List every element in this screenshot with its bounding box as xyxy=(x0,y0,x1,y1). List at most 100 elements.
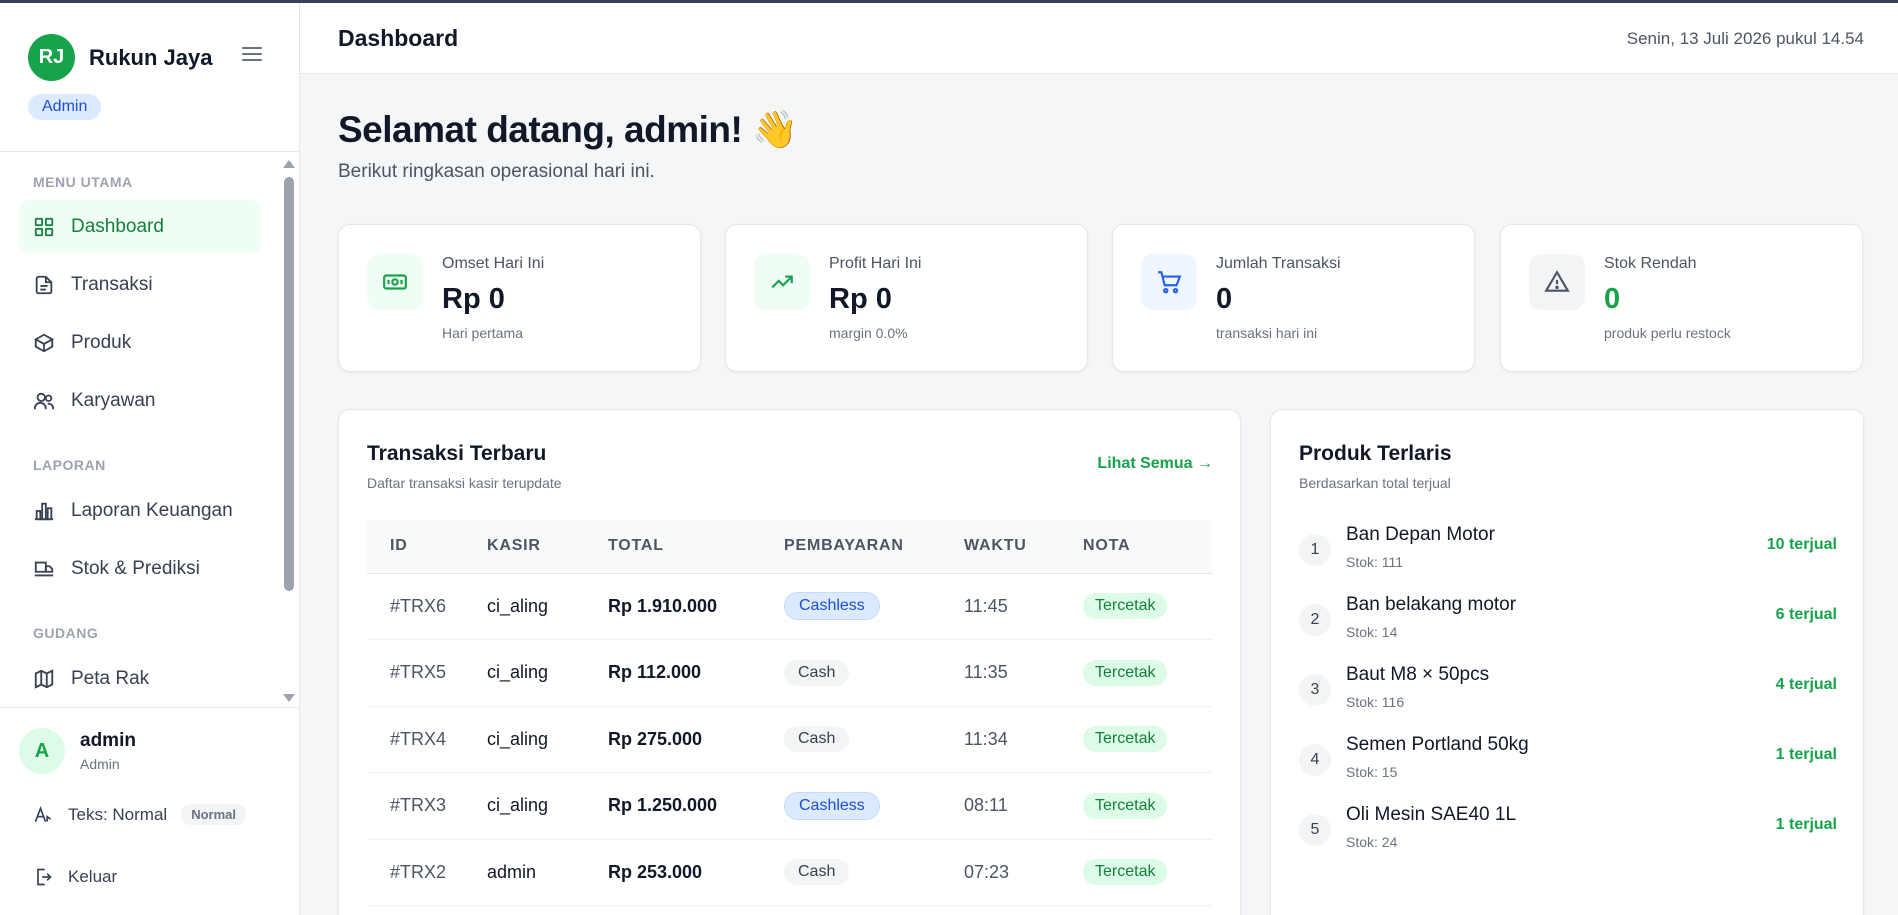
top-bar: Dashboard Senin, 13 Juli 2026 pukul 14.5… xyxy=(300,3,1898,74)
scroll-down-icon[interactable] xyxy=(283,694,295,702)
logout-label: Keluar xyxy=(68,867,118,886)
transactions-table: ID KASIR TOTAL PEMBAYARAN WAKTU NOTA #TR… xyxy=(367,520,1212,906)
sidebar-nav: MENU UTAMA Dashboard Transaksi Produk Ka… xyxy=(0,155,300,707)
table-row[interactable]: #TRX4 ci_aling Rp 275.000 Cash 11:34 Ter… xyxy=(367,706,1212,773)
welcome-subtitle: Berikut ringkasan operasional hari ini. xyxy=(338,161,655,182)
sidebar-item-peta-rak[interactable]: Peta Rak xyxy=(19,652,261,705)
warning-icon xyxy=(1529,254,1585,310)
bar-chart-icon xyxy=(34,502,54,520)
stat-note: margin 0.0% xyxy=(829,325,908,341)
total: Rp 253.000 xyxy=(585,839,761,906)
sidebar-item-produk[interactable]: Produk xyxy=(19,316,261,369)
hamburger-menu-icon[interactable] xyxy=(242,47,262,63)
status-badge: Tercetak xyxy=(1083,593,1168,620)
column-header: PEMBAYARAN xyxy=(761,520,941,574)
cart-icon xyxy=(1141,254,1197,310)
sidebar-item-transaksi[interactable]: Transaksi xyxy=(19,258,261,311)
logout-button[interactable]: Keluar xyxy=(33,867,117,887)
sidebar-item-karyawan[interactable]: Karyawan xyxy=(19,374,261,427)
sidebar-item-stok-prediksi[interactable]: Stok & Prediksi xyxy=(19,542,261,595)
product-sold: 1 terjual xyxy=(1775,746,1837,763)
welcome-heading: Selamat datang, admin! 👋 xyxy=(338,109,798,150)
stat-value: Rp 0 xyxy=(442,283,505,315)
stat-note: produk perlu restock xyxy=(1604,325,1731,341)
scroll-up-icon[interactable] xyxy=(283,160,295,168)
text-size-toggle[interactable]: Teks: Normal Normal xyxy=(33,804,246,825)
payment-badge: Cash xyxy=(784,859,850,886)
sidebar-item-dashboard[interactable]: Dashboard xyxy=(19,200,261,253)
sidebar: RJ Rukun Jaya Admin MENU UTAMA Dashboard… xyxy=(0,3,300,915)
user-profile[interactable]: A admin Admin xyxy=(19,728,136,774)
sidebar-item-label: Stok & Prediksi xyxy=(71,557,200,579)
users-icon xyxy=(33,392,55,409)
brand[interactable]: RJ Rukun Jaya xyxy=(28,34,213,81)
sidebar-item-label: Laporan Keuangan xyxy=(71,499,233,521)
stat-value: 0 xyxy=(1216,283,1233,315)
transaction-id: #TRX3 xyxy=(367,772,464,840)
cashier: ci_aling xyxy=(464,639,585,707)
stat-value: 0 xyxy=(1604,283,1621,315)
grid-icon xyxy=(34,217,54,236)
sidebar-divider-top xyxy=(0,151,299,152)
product-stock: Stok: 111 xyxy=(1346,554,1404,570)
list-item[interactable]: 1 Ban Depan Motor Stok: 111 10 terjual xyxy=(1299,524,1837,582)
table-row[interactable]: #TRX6 ci_aling Rp 1.910.000 Cashless 11:… xyxy=(367,573,1212,640)
cashier: admin xyxy=(464,839,585,906)
sidebar-item-label: Dashboard xyxy=(71,215,164,237)
product-name: Baut M8 × 50pcs xyxy=(1346,664,1490,685)
logout-icon xyxy=(37,868,52,886)
text-size-icon xyxy=(34,805,51,822)
avatar: A xyxy=(19,728,65,774)
product-sold: 1 terjual xyxy=(1775,816,1837,833)
payment-badge: Cashless xyxy=(784,592,880,621)
time: 11:45 xyxy=(941,573,1060,640)
scrollbar-thumb[interactable] xyxy=(284,177,294,591)
total: Rp 1.910.000 xyxy=(585,573,761,640)
total: Rp 275.000 xyxy=(585,706,761,773)
column-header: ID xyxy=(367,520,464,574)
sidebar-scrollbar[interactable] xyxy=(281,155,296,707)
table-row[interactable]: #TRX2 admin Rp 253.000 Cash 07:23 Tercet… xyxy=(367,839,1212,906)
text-size-label: Teks: Normal xyxy=(68,804,168,824)
box-icon xyxy=(33,333,55,352)
document-icon xyxy=(35,275,53,294)
product-sold: 4 terjual xyxy=(1775,676,1837,693)
table-row[interactable]: #TRX3 ci_aling Rp 1.250.000 Cashless 08:… xyxy=(367,772,1212,840)
list-item[interactable]: 4 Semen Portland 50kg Stok: 15 1 terjual xyxy=(1299,734,1837,792)
brand-logo: RJ xyxy=(28,34,75,81)
stat-card-omset: Omset Hari Ini Rp 0 Hari pertama xyxy=(338,224,701,372)
transaction-id: #TRX4 xyxy=(367,706,464,773)
view-all-link[interactable]: Lihat Semua → xyxy=(1097,455,1213,473)
section-label-laporan: LAPORAN xyxy=(33,457,106,473)
section-label-menu-utama: MENU UTAMA xyxy=(33,174,133,190)
column-header: TOTAL xyxy=(585,520,761,574)
stat-label: Stok Rendah xyxy=(1604,255,1697,272)
list-item[interactable]: 2 Ban belakang motor Stok: 14 6 terjual xyxy=(1299,594,1837,652)
cashier: ci_aling xyxy=(464,573,585,640)
payment-badge: Cashless xyxy=(784,791,880,820)
time: 11:34 xyxy=(941,706,1060,773)
transaction-id: #TRX5 xyxy=(367,639,464,707)
money-icon xyxy=(367,254,423,310)
list-item[interactable]: 5 Oli Mesin SAE40 1L Stok: 24 1 terjual xyxy=(1299,804,1837,862)
product-name: Oli Mesin SAE40 1L xyxy=(1346,804,1517,825)
rank-number: 5 xyxy=(1299,814,1331,846)
table-row[interactable]: #TRX5 ci_aling Rp 112.000 Cash 11:35 Ter… xyxy=(367,639,1212,707)
list-item[interactable]: 3 Baut M8 × 50pcs Stok: 116 4 terjual xyxy=(1299,664,1837,722)
recent-transactions-panel: Transaksi Terbaru Daftar transaksi kasir… xyxy=(338,409,1241,915)
sidebar-item-label: Transaksi xyxy=(71,273,153,295)
stat-value: Rp 0 xyxy=(829,283,892,315)
user-role: Admin xyxy=(80,756,120,772)
product-stock: Stok: 24 xyxy=(1346,834,1398,850)
rank-number: 1 xyxy=(1299,534,1331,566)
sidebar-item-laporan-keuangan[interactable]: Laporan Keuangan xyxy=(19,484,261,537)
product-stock: Stok: 15 xyxy=(1346,764,1398,780)
stat-note: Hari pertama xyxy=(442,325,523,341)
panel-title: Transaksi Terbaru xyxy=(367,442,547,465)
column-header: NOTA xyxy=(1060,520,1212,574)
status-badge: Tercetak xyxy=(1083,726,1168,753)
stat-card-transaksi: Jumlah Transaksi 0 transaksi hari ini xyxy=(1112,224,1475,372)
stat-label: Omset Hari Ini xyxy=(442,255,545,272)
total: Rp 1.250.000 xyxy=(585,772,761,840)
top-products-panel: Produk Terlaris Berdasarkan total terjua… xyxy=(1270,409,1864,915)
